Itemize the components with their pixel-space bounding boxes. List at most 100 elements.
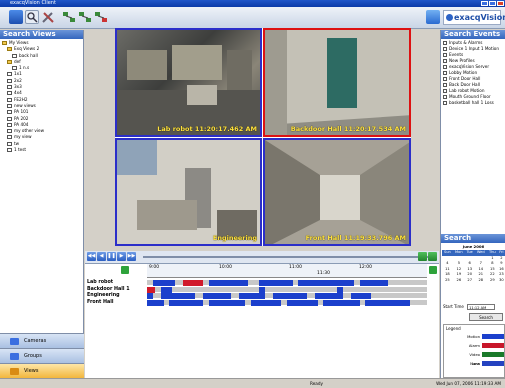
playback-slider[interactable] — [143, 256, 433, 258]
video-cell-backdoor-hall[interactable]: Backdoor Hall 11:20:17.534 AM — [263, 28, 411, 137]
timeline-segment[interactable] — [152, 280, 175, 286]
timeline-segment[interactable] — [337, 286, 343, 293]
rewind-icon[interactable]: ◀◀ — [87, 252, 96, 261]
event-checkbox[interactable] — [443, 71, 447, 75]
timeline-segment[interactable] — [203, 293, 231, 299]
event-item[interactable]: basketball hall 1 Loss — [441, 100, 505, 106]
event-checkbox[interactable] — [443, 65, 447, 69]
timeline-segment[interactable] — [147, 293, 153, 299]
tree-item-label: My Views — [9, 40, 29, 45]
timeline-segment[interactable] — [208, 299, 245, 306]
search-views-header: Search Views — [0, 30, 83, 39]
timeline-segment[interactable] — [208, 280, 248, 286]
event-checkbox[interactable] — [443, 77, 447, 81]
timeline-segment[interactable] — [365, 299, 411, 306]
cameras-button[interactable]: Cameras — [0, 333, 84, 348]
calendar-day[interactable]: 25 — [442, 278, 453, 284]
globe-icon[interactable] — [426, 10, 440, 24]
timeline-segment[interactable] — [259, 286, 265, 293]
timeline-segment[interactable] — [287, 299, 318, 306]
timeline-segment[interactable] — [161, 286, 173, 293]
timeline-segment[interactable] — [273, 293, 307, 299]
event-checkbox[interactable] — [443, 83, 447, 87]
play-icon[interactable]: ▶ — [117, 252, 126, 261]
cell-label: Engineering — [212, 234, 257, 242]
timeline-segment[interactable] — [147, 299, 164, 306]
tree-item-label: 3x3 — [14, 84, 22, 90]
export-icon[interactable] — [418, 252, 427, 261]
timeline-row-label: Lab robot — [87, 280, 114, 285]
groups-label: Groups — [24, 353, 42, 359]
timeline-segment[interactable] — [359, 280, 388, 286]
timeline-segment[interactable] — [169, 299, 203, 306]
timeline-segment[interactable] — [161, 293, 195, 299]
timeline-segment[interactable] — [147, 286, 156, 293]
timeline-ruler[interactable]: 9:00 10:00 11:00 12:00 11:30 — [147, 264, 427, 278]
start-time-input[interactable]: 11:12 AM — [467, 304, 496, 310]
calendar-day[interactable]: 29 — [487, 278, 498, 284]
toolbar: exacqVision — [0, 7, 505, 29]
search-pos-header: Search POS/ATM — [441, 234, 505, 251]
view-icon — [7, 97, 12, 102]
views-button[interactable]: Views — [0, 363, 84, 378]
legend-swatch — [482, 352, 504, 357]
event-checkbox[interactable] — [443, 95, 447, 99]
maximize-button[interactable] — [489, 1, 496, 6]
zoom-out-icon[interactable] — [121, 266, 129, 274]
minimize-button[interactable] — [481, 1, 488, 6]
tools-icon[interactable] — [41, 10, 55, 24]
close-button[interactable] — [497, 1, 504, 6]
event-label: New Profiles — [449, 58, 475, 63]
timeline-segment[interactable] — [351, 293, 371, 299]
event-checkbox[interactable] — [443, 101, 447, 105]
timeline-segment[interactable] — [323, 299, 360, 306]
fast-forward-icon[interactable]: ▶▶ — [127, 252, 136, 261]
nav-buttons: Cameras Groups Views — [0, 333, 84, 378]
calendar-day[interactable]: 30 — [498, 278, 505, 284]
calendar[interactable]: June 2006 Sun Mon Tue Wed Thu Fri 1 2 4 5 6 7 8 9 11 12… — [442, 244, 505, 283]
tree-item[interactable]: 1 test — [2, 147, 81, 153]
timeline-segment[interactable] — [250, 299, 282, 306]
folder-icon — [2, 41, 7, 45]
live-icon[interactable] — [428, 252, 437, 261]
legend-swatch — [482, 343, 504, 348]
zoom-in-icon[interactable] — [429, 266, 437, 274]
pause-icon[interactable]: ❚❚ — [107, 252, 116, 261]
window-title: exacqVision Client — [10, 0, 56, 6]
timeline-track[interactable] — [147, 293, 427, 299]
view-icon — [7, 72, 12, 77]
calendar-day[interactable]: 26 — [453, 278, 465, 284]
search-button[interactable]: Search — [469, 313, 503, 321]
groups-button[interactable]: Groups — [0, 348, 84, 363]
timeline-segment[interactable] — [298, 280, 355, 286]
video-cell-front-hall[interactable]: Front Hall 11:19:33.796 AM — [263, 138, 411, 246]
legend-label: None — [470, 361, 480, 366]
timeline-track[interactable] — [147, 286, 427, 293]
view-icon — [7, 116, 12, 121]
timeline-segment[interactable] — [315, 293, 343, 299]
video-cell-engineering[interactable]: Engineering — [115, 138, 262, 246]
calendar-day[interactable]: 28 — [475, 278, 487, 284]
search-icon[interactable] — [25, 10, 39, 24]
timeline-segment[interactable] — [259, 280, 293, 286]
timeline-track[interactable] — [147, 280, 427, 286]
event-checkbox[interactable] — [443, 53, 447, 57]
timeline-segment[interactable] — [239, 293, 265, 299]
event-checkbox[interactable] — [443, 59, 447, 63]
timeline-segment[interactable] — [183, 280, 203, 286]
network-alert-icon[interactable] — [94, 10, 108, 24]
legend-rows: Motion Alarm Video Loss None — [444, 332, 504, 368]
step-back-icon[interactable]: ◀ — [97, 252, 106, 261]
network-icon[interactable] — [62, 10, 76, 24]
tree-item-label: 2x2 — [14, 77, 22, 83]
calendar-day[interactable]: 27 — [465, 278, 475, 284]
tree-item-label: 4x4 — [14, 90, 22, 96]
event-checkbox[interactable] — [443, 47, 447, 51]
event-checkbox[interactable] — [443, 41, 447, 45]
event-checkbox[interactable] — [443, 89, 447, 93]
timeline-track[interactable] — [147, 299, 427, 306]
network-config-icon[interactable] — [78, 10, 92, 24]
live-view-icon[interactable] — [9, 10, 23, 24]
status-bar: Ready Wed Jun 07, 2006 11:19:33 AM — [0, 378, 505, 387]
video-cell-lab-robot[interactable]: Lab robot 11:20:17.462 AM — [115, 28, 262, 137]
